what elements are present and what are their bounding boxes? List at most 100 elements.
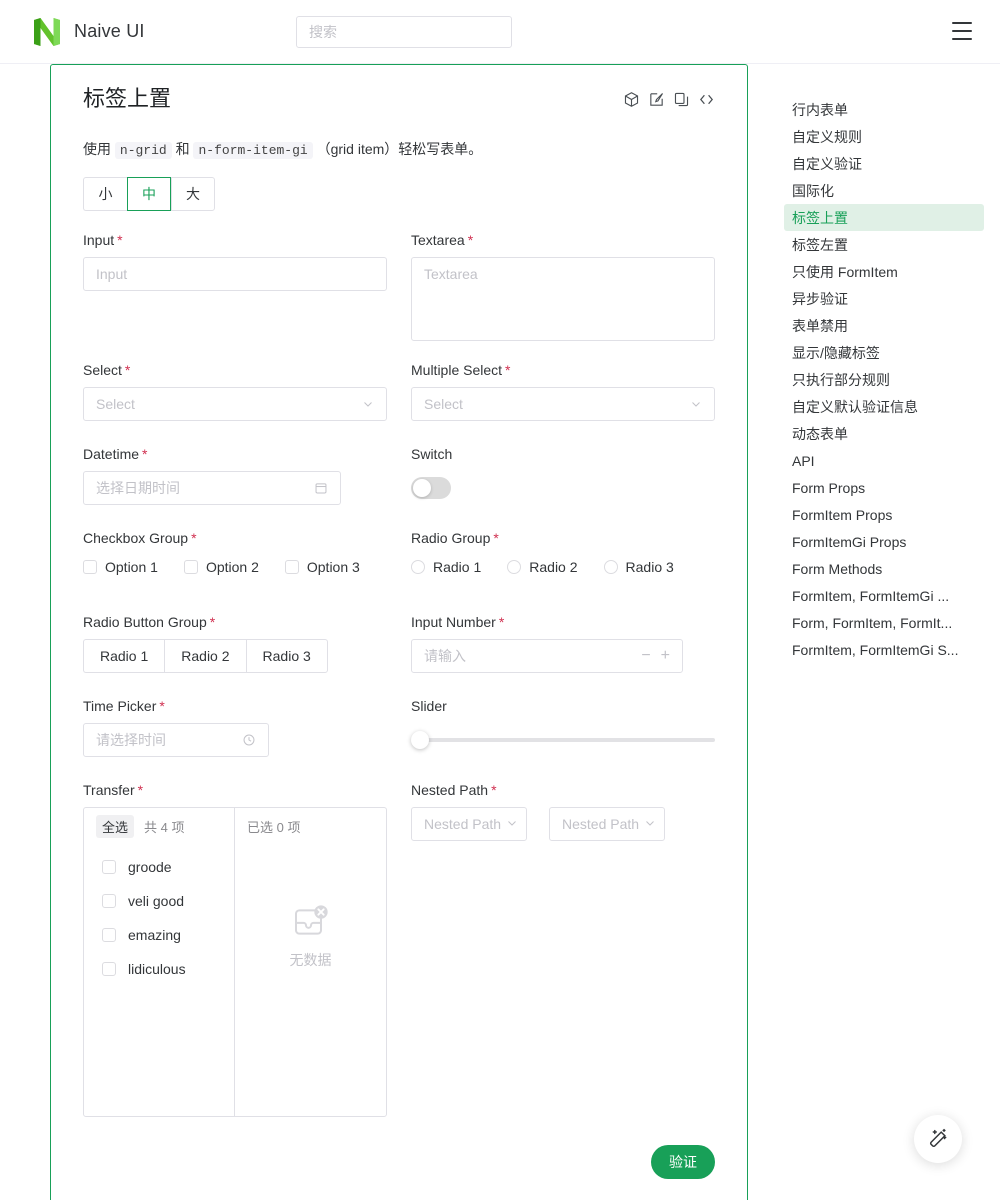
toc-item-partial-rules[interactable]: 只执行部分规则 (784, 366, 984, 393)
transfer-source-count: 共 4 项 (144, 820, 185, 836)
transfer-list-item[interactable]: emazing (84, 918, 234, 952)
checkbox-option[interactable]: Option 2 (183, 559, 259, 575)
toc-item-dynamic-form[interactable]: 动态表单 (784, 420, 984, 447)
toc-item-form-item-only[interactable]: 只使用 FormItem (784, 258, 984, 285)
slider-control[interactable] (411, 723, 715, 757)
size-radio-group: 小 中 大 (83, 177, 215, 212)
toc-item-form-props[interactable]: Form Props (784, 474, 984, 501)
hamburger-menu-icon[interactable] (952, 22, 972, 40)
toc-item-async-validate[interactable]: 异步验证 (784, 285, 984, 312)
card-action-icons (623, 91, 715, 108)
toc-item-custom-default-message[interactable]: 自定义默认验证信息 (784, 393, 984, 420)
size-option-small[interactable]: 小 (83, 177, 127, 212)
required-mark: * (491, 782, 497, 799)
toc-item-label-left[interactable]: 标签左置 (784, 231, 984, 258)
codesandbox-icon[interactable] (623, 91, 640, 108)
toc-item-form-methods[interactable]: Form Methods (784, 555, 984, 582)
toc-item-i18n[interactable]: 国际化 (784, 177, 984, 204)
checkbox-option[interactable]: Option 3 (284, 559, 360, 575)
brand-logo-group[interactable]: Naive UI (32, 16, 145, 48)
toc-item-formitemgi-props[interactable]: FormItemGi Props (784, 528, 984, 555)
toc-item-show-hide-label[interactable]: 显示/隐藏标签 (784, 339, 984, 366)
chevron-down-icon (506, 816, 518, 832)
multiple-select-field[interactable]: Select (411, 386, 715, 421)
code-icon[interactable] (698, 91, 715, 108)
decrement-button[interactable]: − (641, 647, 650, 664)
label-select-text: Select (83, 362, 122, 379)
toc-item-formitem-formitemgi-s[interactable]: FormItem, FormItemGi S... (784, 636, 984, 663)
transfer-list-item[interactable]: groode (84, 850, 234, 884)
radio-button-option[interactable]: Radio 2 (164, 638, 246, 673)
transfer-source-pane: 全选 共 4 项 groode veli good emazing lidicu… (84, 807, 235, 1116)
textarea-placeholder: Textarea (424, 265, 478, 282)
nested-path-placeholder: Nested Path (424, 815, 502, 832)
calendar-icon (314, 481, 328, 495)
nested-path-select-1[interactable]: Nested Path (411, 806, 527, 841)
required-mark: * (505, 362, 511, 379)
input-text-field[interactable]: Input (83, 256, 387, 291)
app-header: Naive UI 搜索 (0, 0, 1000, 64)
toc-item-formitem-props[interactable]: FormItem Props (784, 501, 984, 528)
transfer-select-all-button[interactable]: 全选 (96, 815, 135, 839)
textarea-field[interactable]: Textarea (411, 256, 715, 341)
datetime-picker-field[interactable]: 选择日期时间 (83, 470, 341, 505)
theme-magic-button[interactable] (914, 1115, 962, 1163)
edit-icon[interactable] (648, 91, 665, 108)
transfer-item-label: lidiculous (128, 960, 186, 977)
input-number-field[interactable]: 请输入 − + (411, 638, 683, 673)
switch-toggle[interactable] (411, 476, 451, 499)
toc-item-formitem-formitemgi[interactable]: FormItem, FormItemGi ... (784, 582, 984, 609)
form-item-select: Select * Select (83, 361, 387, 445)
desc-part-3: （grid item）轻松写表单。 (316, 140, 483, 157)
chevron-down-icon (644, 816, 656, 832)
form-item-transfer: Transfer * 全选 共 4 项 groode veli good ema… (83, 781, 387, 1117)
increment-button[interactable]: + (661, 647, 670, 664)
checkbox-option[interactable]: Option 1 (83, 559, 158, 575)
toc-item-inline-form[interactable]: 行内表单 (784, 96, 984, 123)
label-textarea-text: Textarea (411, 232, 465, 249)
toc-item-form-formitem-formit[interactable]: Form, FormItem, FormIt... (784, 609, 984, 636)
desc-code-n-form-item-gi: n-form-item-gi (193, 141, 313, 159)
label-textarea: Textarea * (411, 231, 715, 257)
label-radio-button-group-text: Radio Button Group (83, 614, 207, 631)
label-input-number: Input Number * (411, 613, 715, 639)
nested-path-select-2[interactable]: Nested Path (549, 806, 665, 841)
radio-option[interactable]: Radio 2 (507, 558, 578, 575)
toc-item-custom-rule[interactable]: 自定义规则 (784, 123, 984, 150)
chevron-down-icon (362, 398, 374, 410)
size-option-medium[interactable]: 中 (127, 177, 171, 212)
radio-option[interactable]: Radio 3 (603, 559, 674, 575)
transfer-list-item[interactable]: veli good (84, 884, 234, 918)
select-field[interactable]: Select (83, 386, 387, 421)
validate-button[interactable]: 验证 (651, 1144, 715, 1179)
form-item-multiple-select: Multiple Select * Select (411, 361, 715, 445)
label-datetime: Datetime * (83, 445, 387, 471)
radio-button-option[interactable]: Radio 1 (83, 638, 165, 673)
radio-button-group: Radio 1 Radio 2 Radio 3 (83, 638, 328, 673)
form-item-input-number: Input Number * 请输入 − + (411, 613, 715, 697)
copy-icon[interactable] (673, 91, 690, 108)
naive-ui-logo (34, 17, 60, 46)
transfer-item-label: emazing (128, 926, 181, 943)
transfer-list-item[interactable]: lidiculous (84, 952, 234, 986)
toc-item-label-top[interactable]: 标签上置 (784, 204, 984, 231)
form-item-checkbox-group: Checkbox Group * Option 1 Option 2 Option… (83, 529, 387, 613)
toc-item-api[interactable]: API (784, 447, 984, 474)
radio-circle-icon (507, 559, 522, 574)
transfer-empty-state: 无数据 (235, 846, 386, 1116)
multiple-select-placeholder: Select (424, 395, 463, 412)
radio-option-label: Radio 2 (529, 558, 578, 575)
toc-item-custom-validate[interactable]: 自定义验证 (784, 150, 984, 177)
search-input[interactable]: 搜索 (296, 16, 512, 48)
form-item-nested-path: Nested Path * Nested Path Nested Path (411, 781, 715, 1117)
toc-item-form-disabled[interactable]: 表单禁用 (784, 312, 984, 339)
radio-button-option[interactable]: Radio 3 (245, 638, 328, 673)
label-multiple-select: Multiple Select * (411, 361, 715, 387)
nested-path-selects: Nested Path Nested Path (411, 806, 715, 841)
required-mark: * (142, 446, 148, 463)
slider-handle[interactable] (411, 730, 429, 749)
time-picker-field[interactable]: 请选择时间 (83, 722, 269, 757)
size-option-large[interactable]: 大 (171, 177, 215, 212)
required-mark: * (498, 614, 505, 631)
radio-option[interactable]: Radio 1 (411, 559, 481, 575)
